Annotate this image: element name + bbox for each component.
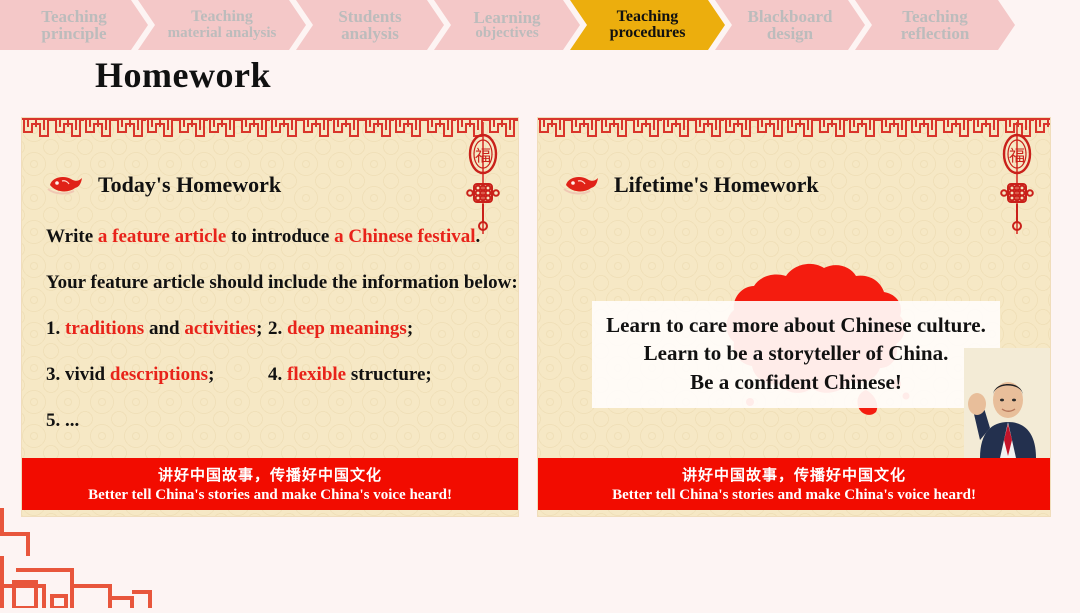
homework-line-1: Write a feature article to introduce a C… bbox=[46, 226, 481, 247]
lifetime-homework-quote-box: Learn to care more about Chinese culture… bbox=[592, 301, 1000, 409]
nav-step-line2: material analysis bbox=[167, 24, 277, 41]
nav-step-learning-objectives[interactable]: Learning objectives bbox=[434, 0, 580, 50]
right-card-heading-row: Lifetime's Homework bbox=[562, 172, 819, 198]
nav-step-students-analysis[interactable]: Students analysis bbox=[296, 0, 444, 50]
right-card-slogan-banner: 讲好中国故事，传播好中国文化 Better tell China's stori… bbox=[538, 458, 1050, 510]
nav-step-line2: principle bbox=[41, 24, 107, 43]
todays-homework-card: 福 Today's Homework Write a feature artic… bbox=[22, 118, 518, 516]
nav-step-line1: Teaching bbox=[902, 6, 968, 26]
homework-item-2: 2. deep meanings; bbox=[268, 318, 414, 339]
lifetimes-homework-card: 福 Lifetime's Homework Learn to care more… bbox=[538, 118, 1050, 516]
nav-step-line2: reflection bbox=[900, 24, 970, 43]
nav-step-line1: Teaching bbox=[191, 8, 253, 26]
quote-line: Be a confident Chinese! bbox=[690, 369, 902, 394]
chinese-meander-corner-icon bbox=[0, 500, 190, 610]
nav-step-teaching-principle[interactable]: Teaching principle bbox=[0, 0, 148, 50]
red-fish-papercut-icon bbox=[46, 173, 84, 197]
left-card-heading: Today's Homework bbox=[98, 172, 282, 197]
homework-item-3: 3. vivid descriptions; bbox=[46, 364, 215, 385]
nav-step-line1: Learning bbox=[473, 7, 541, 27]
nav-step-line1: Teaching bbox=[41, 6, 107, 26]
page-title: Homework bbox=[95, 55, 271, 95]
waving-man-portrait-photo bbox=[964, 348, 1050, 458]
progress-steps-nav: Teaching principle Teaching material analy… bbox=[0, 0, 1080, 50]
quote-line: Learn to be a storyteller of China. bbox=[643, 341, 949, 366]
homework-item-1: 1. traditions and activities; bbox=[46, 318, 263, 339]
right-card-body: Lifetime's Homework Learn to care more a… bbox=[538, 144, 1050, 458]
homework-items-row-2: 3. vivid descriptions; 4. flexible struc… bbox=[46, 364, 466, 386]
homework-line-2: Your feature article should include the … bbox=[46, 272, 518, 293]
left-card-lines: Write a feature article to introduce a C… bbox=[46, 226, 518, 456]
left-card-heading-row: Today's Homework bbox=[46, 172, 281, 198]
slogan-chinese: 讲好中国故事，传播好中国文化 bbox=[157, 466, 382, 484]
right-card-heading: Lifetime's Homework bbox=[614, 172, 819, 197]
homework-item-4: 4. flexible structure; bbox=[268, 364, 432, 385]
nav-step-line2: procedures bbox=[609, 24, 686, 41]
nav-step-line2: objectives bbox=[475, 25, 539, 42]
nav-step-line2: design bbox=[766, 24, 814, 43]
nav-step-line1: Blackboard bbox=[747, 6, 833, 26]
left-card-body: Today's Homework Write a feature article… bbox=[22, 144, 518, 458]
meander-border-icon bbox=[538, 118, 1050, 144]
nav-step-line1: Students bbox=[338, 6, 402, 26]
nav-step-teaching-material-analysis[interactable]: Teaching material analysis bbox=[138, 0, 306, 50]
nav-step-line2: analysis bbox=[341, 24, 399, 43]
nav-step-blackboard-design[interactable]: Blackboard design bbox=[715, 0, 865, 50]
slogan-english: Better tell China's stories and make Chi… bbox=[612, 487, 976, 503]
red-fish-papercut-icon bbox=[562, 173, 600, 197]
slogan-chinese: 讲好中国故事，传播好中国文化 bbox=[681, 466, 906, 484]
meander-border-icon bbox=[22, 118, 518, 144]
nav-step-line1: Teaching bbox=[616, 7, 679, 25]
nav-step-teaching-procedures[interactable]: Teaching procedures bbox=[570, 0, 725, 50]
homework-items-row-1: 1. traditions and activities; 2. deep me… bbox=[46, 318, 466, 340]
nav-step-teaching-reflection[interactable]: Teaching reflection bbox=[855, 0, 1015, 50]
homework-item-5: 5. ... bbox=[46, 410, 80, 431]
quote-line: Learn to care more about Chinese culture… bbox=[606, 313, 986, 337]
